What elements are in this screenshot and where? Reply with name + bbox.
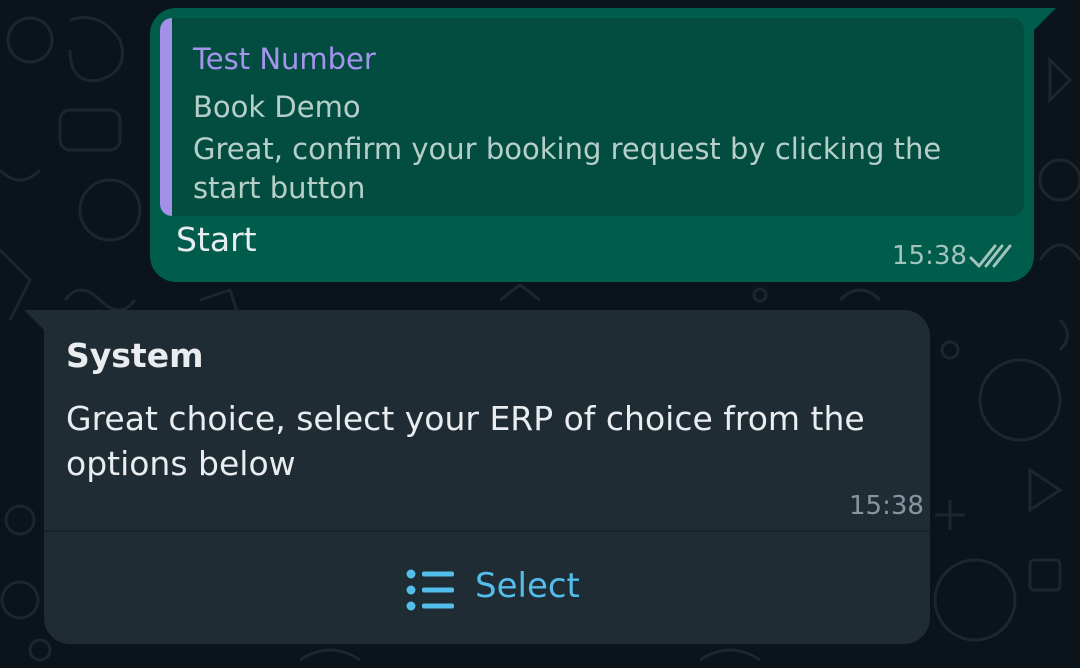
- list-icon: [406, 569, 454, 611]
- quoted-body: Great, confirm your booking request by c…: [193, 132, 942, 205]
- quote-accent-bar: [160, 18, 172, 216]
- quoted-title: Book Demo: [193, 90, 361, 124]
- quoted-author: Test Number: [193, 42, 376, 76]
- chat-background: Test Number Book Demo Great, confirm you…: [0, 0, 1080, 668]
- select-button-label: Select: [475, 566, 580, 606]
- quoted-message[interactable]: Test Number Book Demo Great, confirm you…: [160, 18, 1024, 216]
- incoming-message-text: Great choice, select your ERP of choice …: [66, 399, 865, 483]
- outgoing-message-time: 15:38: [892, 241, 967, 271]
- select-button[interactable]: Select: [44, 532, 930, 644]
- double-check-icon: [969, 244, 1012, 268]
- incoming-message-time: 15:38: [849, 491, 924, 521]
- outgoing-message-text: Start: [176, 220, 257, 259]
- incoming-message-bubble[interactable]: System Great choice, select your ERP of …: [44, 310, 930, 644]
- sender-name: System: [66, 336, 204, 375]
- outgoing-message-bubble[interactable]: Test Number Book Demo Great, confirm you…: [150, 8, 1034, 282]
